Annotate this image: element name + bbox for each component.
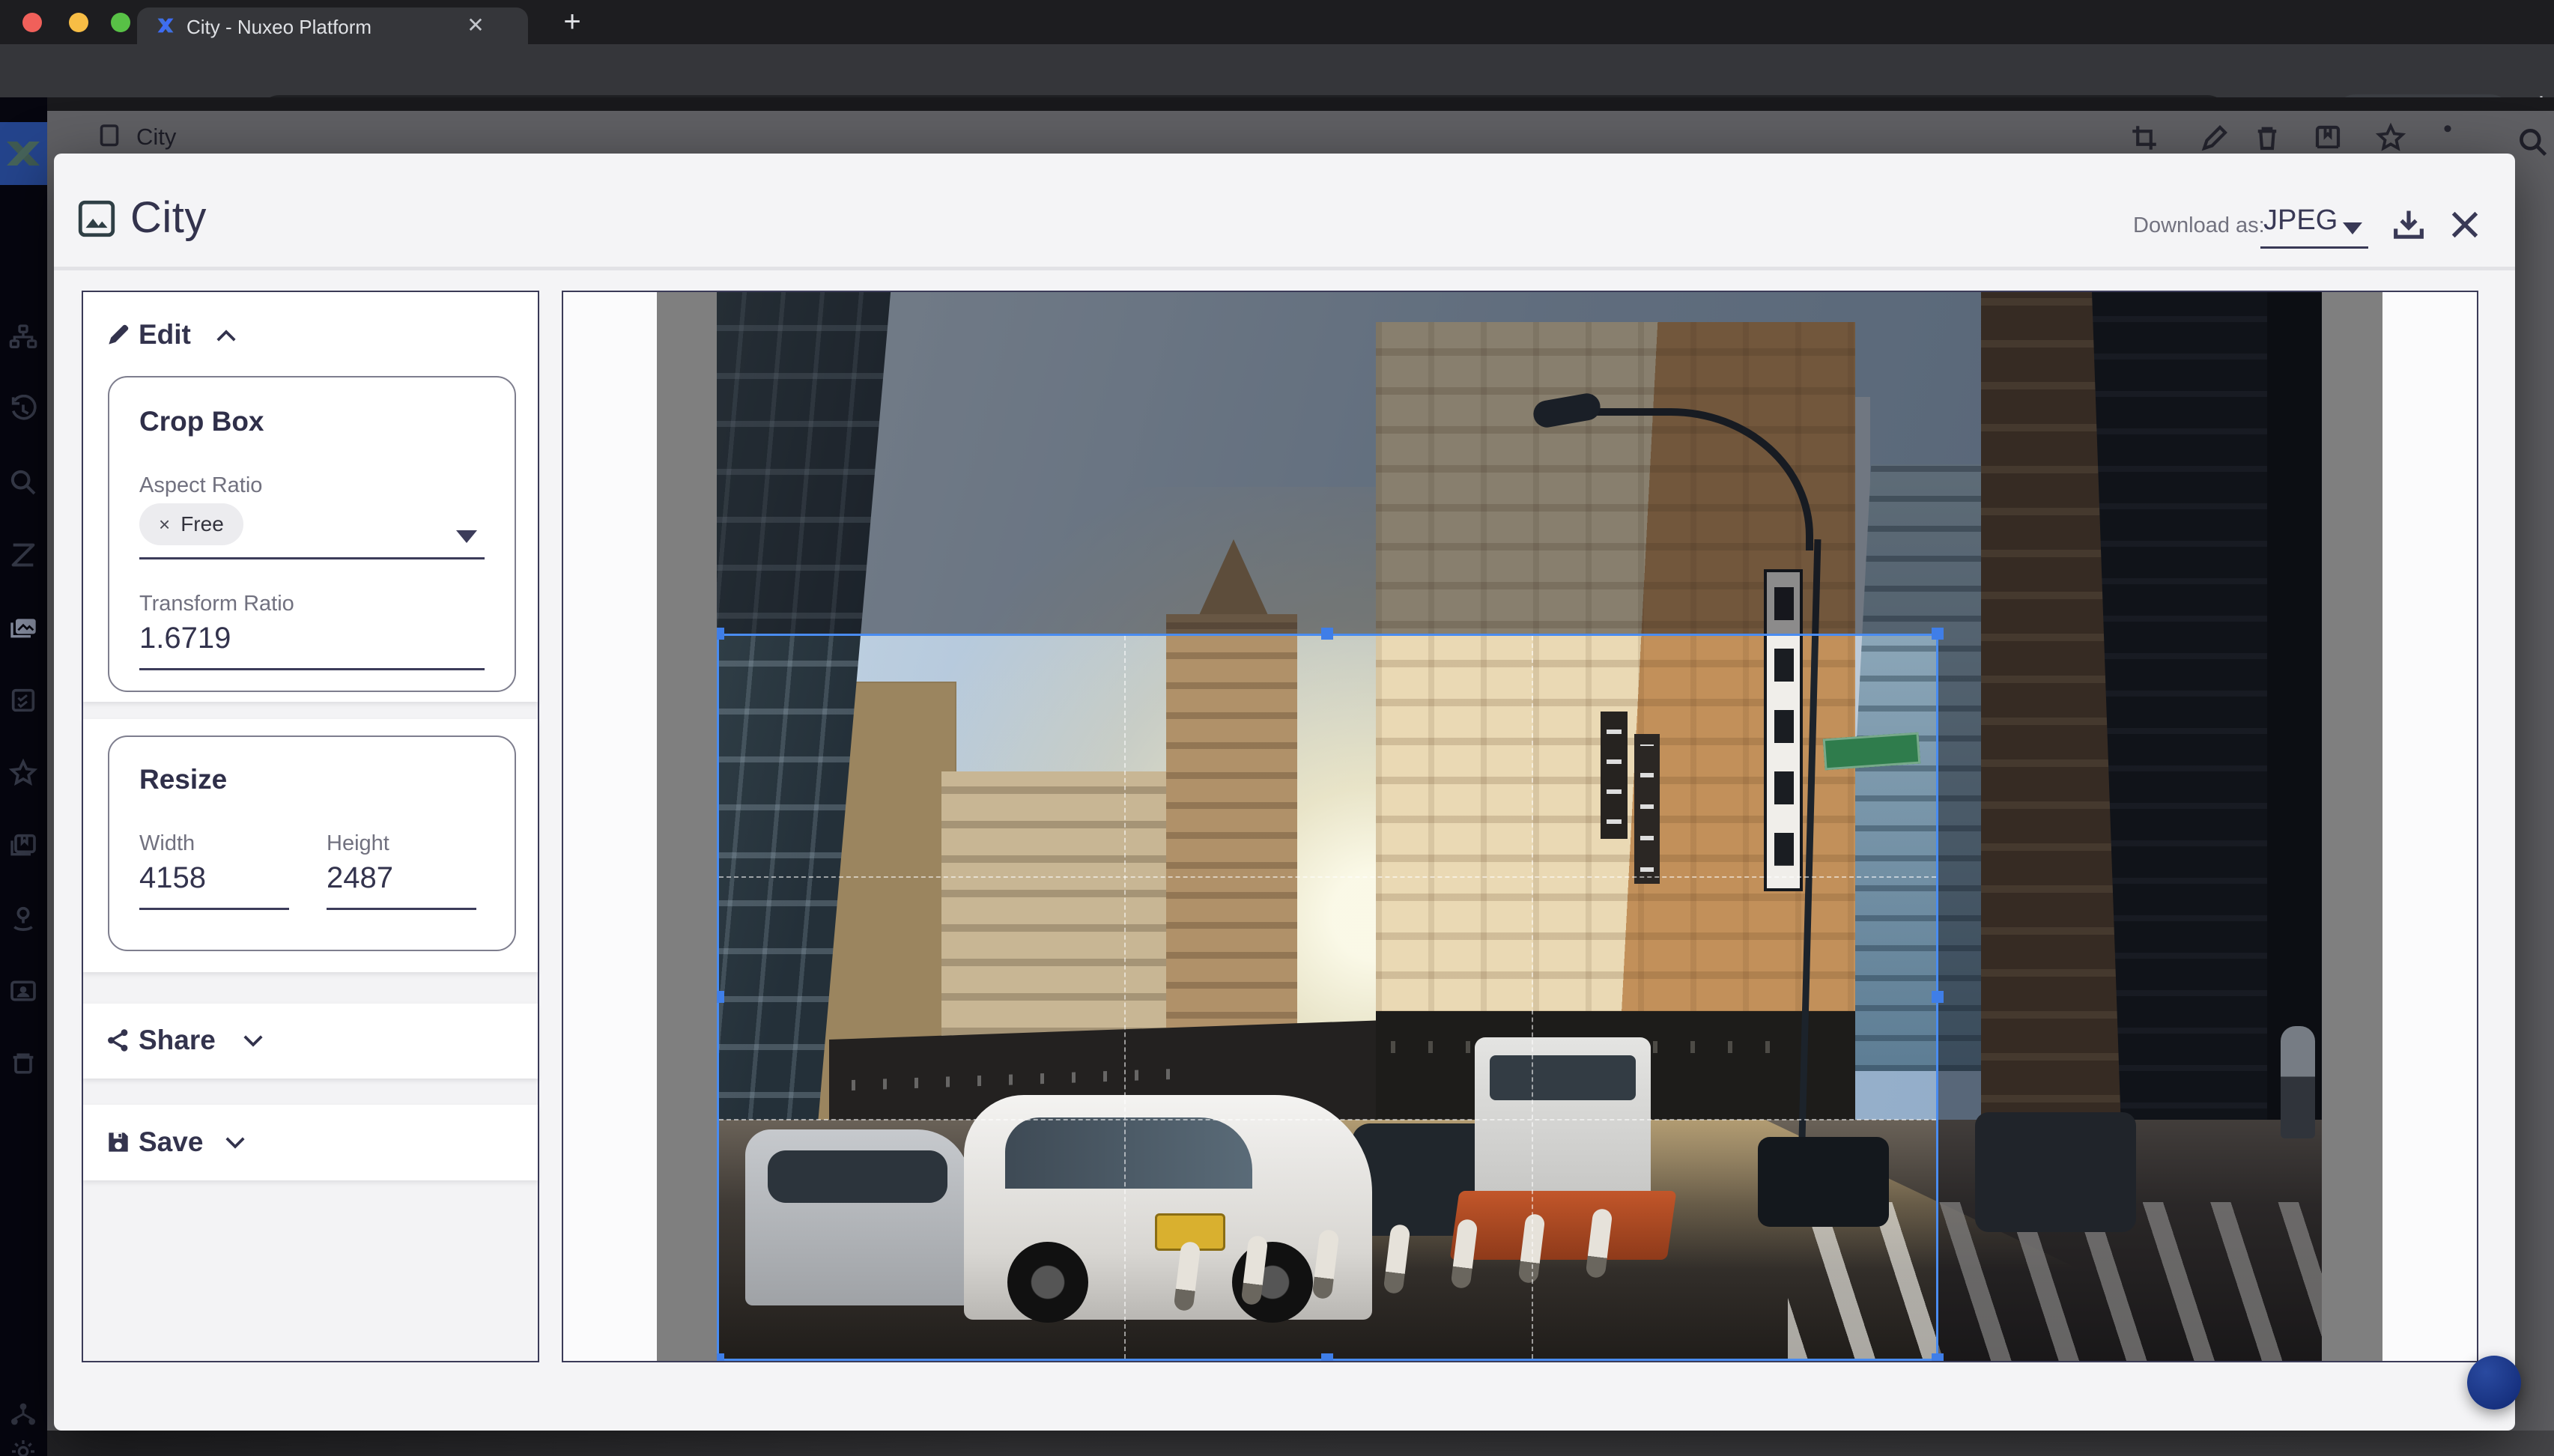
transform-ratio-underline bbox=[139, 668, 485, 670]
page-search-icon[interactable] bbox=[2517, 126, 2550, 159]
sidebar-item-personal-space[interactable] bbox=[8, 903, 38, 933]
new-tab-button[interactable]: + bbox=[560, 10, 584, 34]
city-photo bbox=[717, 292, 2322, 1361]
window-close-button[interactable] bbox=[22, 13, 42, 32]
app-sidebar bbox=[0, 97, 47, 1456]
resize-card: Resize Width 4158 Height 2487 bbox=[108, 735, 516, 951]
screen: City - Nuxeo Platform ✕ + platform-nmm-p… bbox=[0, 0, 2554, 1456]
width-input[interactable]: 4158 bbox=[139, 861, 206, 895]
chrome-bottom-edge bbox=[0, 97, 2554, 111]
page-breadcrumb: City bbox=[136, 124, 176, 151]
chevron-up-icon[interactable] bbox=[215, 328, 237, 343]
picture-icon bbox=[75, 197, 118, 240]
chevron-down-icon[interactable] bbox=[224, 1135, 246, 1150]
download-icon[interactable] bbox=[2389, 206, 2428, 245]
height-underline bbox=[327, 908, 476, 910]
assistant-fab-button[interactable] bbox=[2467, 1356, 2521, 1410]
header-divider bbox=[54, 267, 2515, 270]
height-input[interactable]: 2487 bbox=[327, 861, 393, 895]
sidebar-item-trash[interactable] bbox=[8, 1049, 38, 1079]
width-label: Width bbox=[139, 831, 195, 856]
page-bottom-strip bbox=[0, 1431, 2554, 1456]
window-zoom-button[interactable] bbox=[111, 13, 130, 32]
crop-shade-top bbox=[717, 292, 2322, 634]
nuxeo-logo-icon bbox=[4, 139, 42, 169]
sidebar-item-favorites[interactable] bbox=[8, 758, 38, 788]
format-underline bbox=[2260, 246, 2368, 249]
favorite-icon[interactable] bbox=[2375, 122, 2406, 154]
document-breadcrumb-icon bbox=[96, 120, 123, 150]
sidebar-item-assets[interactable] bbox=[8, 613, 38, 643]
sidebar-item-history[interactable] bbox=[8, 395, 38, 425]
transform-ratio-label: Transform Ratio bbox=[139, 592, 294, 616]
compare-icon[interactable] bbox=[2129, 122, 2160, 154]
more-menu-icon[interactable] bbox=[2443, 122, 2452, 154]
window-minimize-button[interactable] bbox=[69, 13, 88, 32]
edit-section-label[interactable]: Edit bbox=[139, 319, 191, 351]
chip-label: Free bbox=[181, 512, 224, 536]
share-section[interactable]: Share bbox=[83, 1004, 538, 1079]
dialog-title: City bbox=[130, 192, 207, 243]
download-as-label: Download as: bbox=[2133, 213, 2265, 238]
aspect-ratio-label: Aspect Ratio bbox=[139, 473, 262, 498]
edit-section: Edit Crop Box Aspect Ratio × Free Transf… bbox=[83, 292, 538, 702]
crop-handle-w[interactable] bbox=[717, 991, 724, 1003]
format-caret-icon[interactable] bbox=[2343, 222, 2362, 234]
sidebar-item-search[interactable] bbox=[8, 467, 38, 497]
crop-box-title: Crop Box bbox=[139, 406, 264, 437]
tab-title: City - Nuxeo Platform bbox=[186, 16, 371, 39]
collections-icon[interactable] bbox=[2312, 122, 2344, 154]
image-edit-dialog: City Download as: JPEG Edit Crop Box Asp… bbox=[54, 154, 2515, 1431]
save-floppy-icon bbox=[104, 1128, 133, 1156]
crop-handle-sw[interactable] bbox=[717, 1353, 724, 1361]
crop-handle-e[interactable] bbox=[1932, 991, 1944, 1003]
crop-handle-n[interactable] bbox=[1321, 628, 1333, 640]
browser-tab[interactable]: City - Nuxeo Platform ✕ bbox=[137, 7, 528, 44]
sidebar-item-logo[interactable] bbox=[0, 122, 47, 185]
save-section-label[interactable]: Save bbox=[139, 1126, 203, 1158]
sidebar-item-pending[interactable] bbox=[8, 540, 38, 570]
edit-pen-icon[interactable] bbox=[2199, 122, 2230, 154]
nuxeo-favicon-icon bbox=[155, 15, 176, 36]
share-section-label[interactable]: Share bbox=[139, 1025, 216, 1056]
browser-tab-strip: City - Nuxeo Platform ✕ + bbox=[0, 0, 2554, 44]
sidebar-item-tasks[interactable] bbox=[8, 685, 38, 715]
sidebar-item-settings-gear[interactable] bbox=[8, 1437, 38, 1456]
height-label: Height bbox=[327, 831, 389, 856]
delete-icon[interactable] bbox=[2251, 122, 2283, 154]
pencil-icon bbox=[104, 321, 133, 349]
dialog-header: City Download as: JPEG bbox=[54, 154, 2515, 267]
viewer-background bbox=[657, 292, 2382, 1361]
resize-section: Resize Width 4158 Height 2487 bbox=[83, 719, 538, 972]
sidebar-item-browse-tree[interactable] bbox=[8, 322, 38, 352]
aspect-ratio-chip[interactable]: × Free bbox=[139, 503, 243, 545]
crop-handle-nw[interactable] bbox=[717, 628, 724, 640]
crop-handle-ne[interactable] bbox=[1932, 628, 1944, 640]
share-icon bbox=[104, 1026, 133, 1055]
edit-side-panel: Edit Crop Box Aspect Ratio × Free Transf… bbox=[82, 291, 539, 1362]
aspect-ratio-dropdown-caret[interactable] bbox=[456, 530, 477, 543]
close-icon[interactable] bbox=[2448, 207, 2482, 242]
aspect-ratio-underline bbox=[139, 557, 485, 559]
crop-box-card: Crop Box Aspect Ratio × Free Transform R… bbox=[108, 376, 516, 692]
sidebar-item-admin[interactable] bbox=[8, 1399, 38, 1429]
download-format-select[interactable]: JPEG bbox=[2263, 204, 2338, 237]
tab-close-icon[interactable]: ✕ bbox=[465, 15, 486, 36]
crop-selection-box[interactable] bbox=[717, 634, 1938, 1361]
image-viewer-panel bbox=[562, 291, 2478, 1362]
chevron-down-icon[interactable] bbox=[242, 1034, 264, 1049]
chip-remove-icon[interactable]: × bbox=[159, 513, 170, 536]
sidebar-item-collections[interactable] bbox=[8, 831, 38, 861]
width-underline bbox=[139, 908, 289, 910]
crop-handle-se[interactable] bbox=[1932, 1353, 1944, 1361]
crop-handle-s[interactable] bbox=[1321, 1353, 1333, 1361]
browser-toolbar: platform-nmm-pr-29-preview.platform.dev.… bbox=[0, 44, 2554, 97]
transform-ratio-input[interactable]: 1.6719 bbox=[139, 622, 231, 655]
save-section[interactable]: Save bbox=[83, 1105, 538, 1180]
sidebar-item-profile[interactable] bbox=[8, 976, 38, 1006]
crop-shade-right bbox=[1938, 634, 2322, 1361]
resize-title: Resize bbox=[139, 764, 227, 795]
